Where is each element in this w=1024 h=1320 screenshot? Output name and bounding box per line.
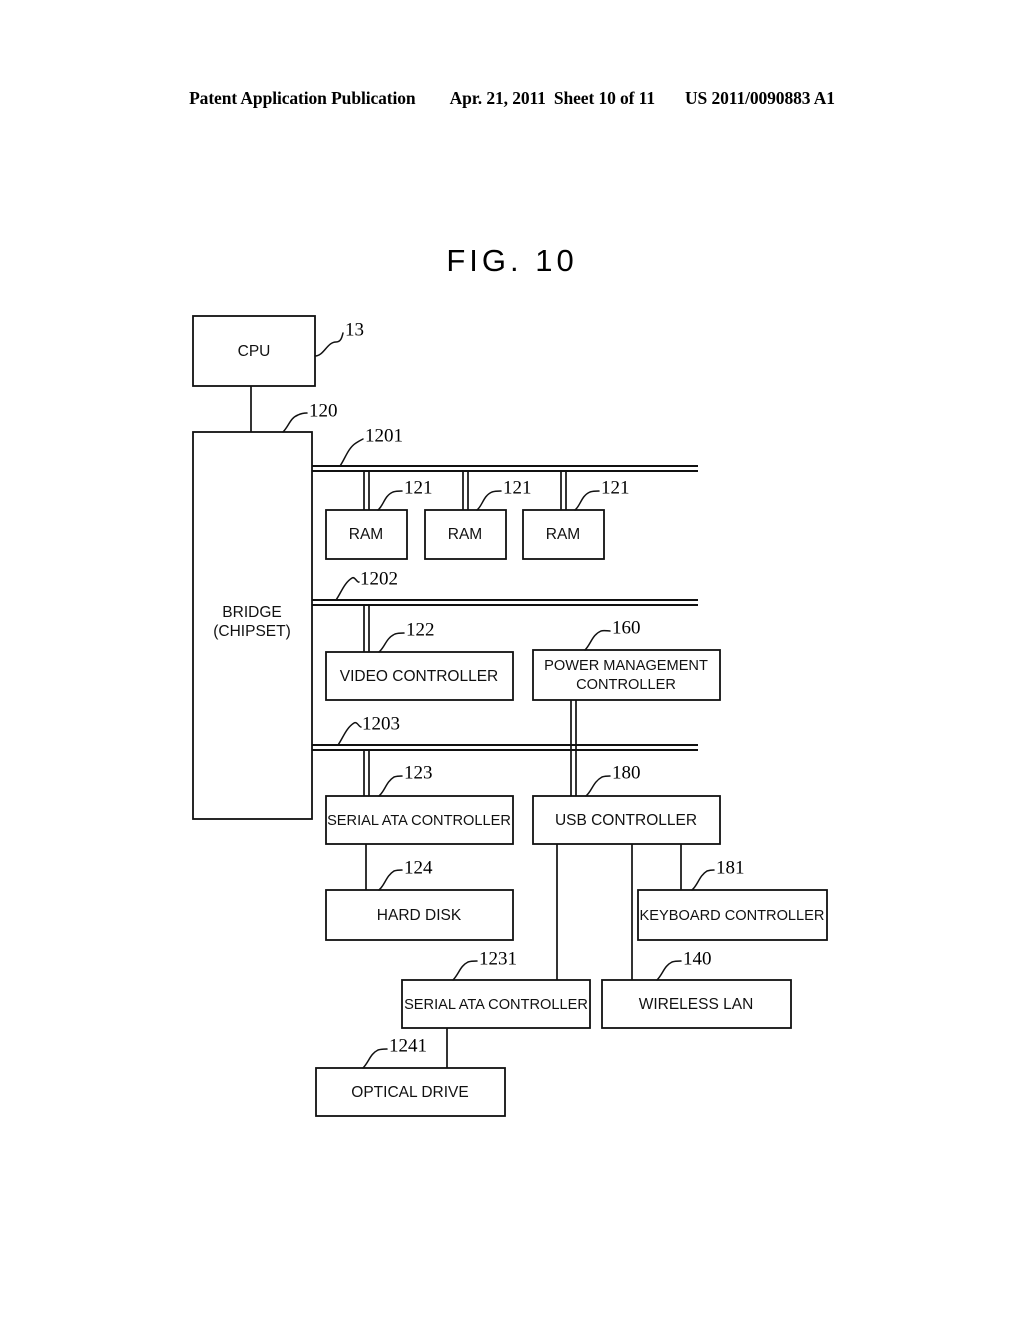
box-serial-ata-controller-1[interactable]: SERIAL ATA CONTROLLER — [325, 795, 514, 845]
ref-181: 181 — [716, 857, 745, 878]
box-serial-ata-controller-1-label: SERIAL ATA CONTROLLER — [327, 813, 511, 829]
box-cpu[interactable]: CPU — [192, 315, 316, 387]
ref-124: 124 — [404, 857, 433, 878]
box-optical-drive[interactable]: OPTICAL DRIVE — [315, 1067, 506, 1117]
ref-1203: 1203 — [362, 713, 400, 734]
box-keyboard-controller-label: KEYBOARD CONTROLLER — [640, 908, 825, 924]
box-serial-ata-controller-2[interactable]: SERIAL ATA CONTROLLER — [401, 979, 591, 1029]
leader-140 — [656, 960, 682, 981]
leader-1203 — [337, 721, 362, 746]
leader-1231 — [452, 960, 478, 981]
ref-1202: 1202 — [360, 568, 398, 589]
leader-124 — [378, 869, 403, 891]
ref-1241: 1241 — [389, 1035, 427, 1056]
block-diagram: CPU BRIDGE (CHIPSET) RAM RAM RAM VIDEO C… — [192, 315, 828, 1117]
leader-123 — [378, 775, 403, 797]
box-power-management-controller[interactable]: POWER MANAGEMENT CONTROLLER — [532, 649, 721, 701]
ref-180: 180 — [612, 762, 641, 783]
leader-13 — [314, 332, 344, 357]
ref-1231: 1231 — [479, 948, 517, 969]
ref-121-2: 121 — [503, 477, 532, 498]
diagram-boxes: CPU BRIDGE (CHIPSET) RAM RAM RAM VIDEO C… — [192, 315, 828, 1117]
box-bridge-label2: (CHIPSET) — [213, 623, 291, 640]
leader-180 — [585, 775, 611, 797]
box-wireless-lan[interactable]: WIRELESS LAN — [601, 979, 792, 1029]
box-ram-3-label: RAM — [546, 526, 580, 543]
box-ram-1-label: RAM — [349, 526, 383, 543]
leader-181 — [691, 869, 715, 891]
box-video-controller-label: VIDEO CONTROLLER — [340, 668, 498, 685]
box-hard-disk[interactable]: HARD DISK — [325, 889, 514, 941]
box-bridge[interactable]: BRIDGE (CHIPSET) — [192, 431, 313, 820]
ref-123: 123 — [404, 762, 433, 783]
ref-122: 122 — [406, 619, 435, 640]
ref-1201: 1201 — [365, 425, 403, 446]
leader-1241 — [362, 1048, 388, 1069]
box-keyboard-controller[interactable]: KEYBOARD CONTROLLER — [637, 889, 828, 941]
box-cpu-label: CPU — [238, 343, 271, 360]
box-usb-controller-label: USB CONTROLLER — [555, 812, 697, 829]
leader-121-a — [377, 490, 403, 511]
box-power-management-controller-label: POWER MANAGEMENT — [544, 658, 708, 674]
box-optical-drive-label: OPTICAL DRIVE — [351, 1084, 468, 1101]
box-ram-3[interactable]: RAM — [522, 509, 605, 560]
ref-13: 13 — [345, 319, 364, 340]
box-ram-2[interactable]: RAM — [424, 509, 507, 560]
box-bridge-label: BRIDGE — [222, 604, 281, 621]
leader-120 — [282, 412, 308, 433]
ref-140: 140 — [683, 948, 712, 969]
connector-wires — [250, 386, 698, 1068]
patent-page: Patent Application Publication Apr. 21, 2… — [0, 0, 1024, 1320]
leader-160 — [584, 629, 611, 651]
ref-160: 160 — [612, 617, 641, 638]
ref-121-3: 121 — [601, 477, 630, 498]
box-video-controller[interactable]: VIDEO CONTROLLER — [325, 651, 514, 701]
box-power-management-controller-label2: CONTROLLER — [576, 677, 676, 693]
box-ram-1[interactable]: RAM — [325, 509, 408, 560]
box-hard-disk-label: HARD DISK — [377, 907, 462, 924]
leader-121-c — [574, 490, 600, 511]
ref-121-1: 121 — [404, 477, 433, 498]
leader-1201 — [339, 438, 364, 467]
box-serial-ata-controller-2-label: SERIAL ATA CONTROLLER — [404, 997, 588, 1013]
leader-1202 — [335, 576, 360, 601]
leader-122 — [378, 632, 405, 653]
leader-121-b — [476, 490, 502, 511]
box-ram-2-label: RAM — [448, 526, 482, 543]
ref-120: 120 — [309, 400, 338, 421]
box-usb-controller[interactable]: USB CONTROLLER — [532, 795, 721, 845]
box-wireless-lan-label: WIRELESS LAN — [639, 996, 754, 1013]
